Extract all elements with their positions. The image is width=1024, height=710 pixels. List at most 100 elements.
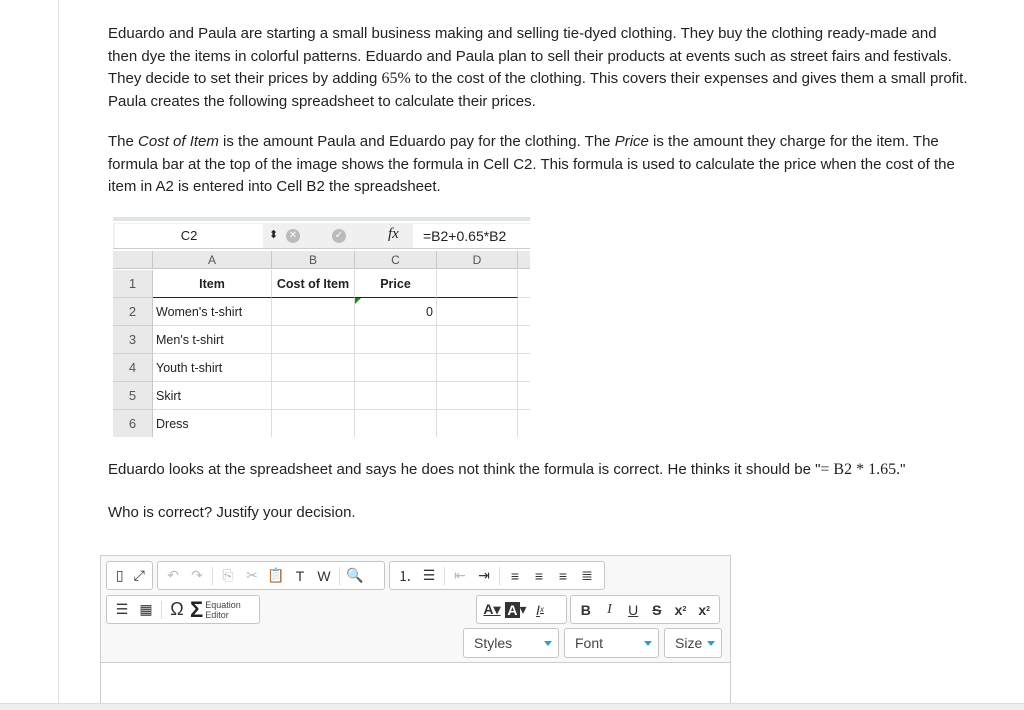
subscript-icon[interactable]: x2	[670, 599, 692, 621]
cell: Youth t-shirt	[153, 354, 272, 382]
cell	[437, 410, 518, 437]
eduardo-paragraph: Eduardo looks at the spreadsheet and say…	[108, 461, 906, 478]
paste-word-icon[interactable]: W	[313, 565, 335, 587]
cancel-icon: ✕	[286, 229, 300, 243]
font-dropdown[interactable]: Font	[564, 628, 659, 658]
select-all-corner	[113, 251, 153, 269]
underline-icon[interactable]: U	[622, 599, 644, 621]
error-indicator-icon	[355, 298, 361, 304]
row-number: 1	[113, 270, 153, 298]
row-number: 4	[113, 354, 153, 382]
copy-icon[interactable]: ⎘	[217, 565, 239, 587]
cell	[355, 326, 437, 354]
equation-label: Equation	[205, 599, 241, 610]
page-left-border	[58, 0, 59, 703]
fx-icon: fx	[388, 226, 399, 242]
sigma-icon: Σ	[190, 596, 204, 622]
toolbar-group-style: B I U S x2 x2	[570, 595, 720, 624]
cell	[518, 298, 530, 326]
remove-format-icon[interactable]: Ix	[529, 599, 551, 621]
justify-icon[interactable]: ≣	[576, 565, 598, 587]
styles-dropdown[interactable]: Styles	[463, 628, 559, 658]
maximize-icon[interactable]: ⤢	[131, 565, 149, 587]
cell	[518, 354, 530, 382]
superscript-icon[interactable]: x2	[693, 599, 715, 621]
paste-icon[interactable]: 📋	[265, 565, 287, 587]
chevron-down-icon	[707, 641, 715, 646]
indent-icon[interactable]: ⇥	[473, 565, 495, 587]
cell	[437, 354, 518, 382]
cell	[437, 270, 518, 298]
column-header: C	[355, 251, 437, 269]
cell: Dress	[153, 410, 272, 437]
source-icon[interactable]: ▯	[111, 565, 129, 587]
cell	[518, 270, 530, 298]
equation-editor-button[interactable]: Σ Equation Editor	[190, 597, 241, 623]
column-header: B	[272, 251, 355, 269]
toolbar-group-paragraph: ⒈ ☰ ⇤ ⇥ ≡ ≡ ≡ ≣	[389, 561, 605, 590]
header-cell: Price	[355, 270, 437, 298]
cell	[518, 326, 530, 354]
size-label: Size	[675, 635, 703, 651]
cell	[272, 354, 355, 382]
toolbar-group-color: A▾ A ▾ Ix	[476, 595, 567, 624]
cell: Men's t-shirt	[153, 326, 272, 354]
row-number: 6	[113, 410, 153, 437]
column-header: A	[153, 251, 272, 269]
cell	[518, 410, 530, 437]
paste-text-icon[interactable]: T	[289, 565, 311, 587]
background-color-icon[interactable]: A ▾	[505, 599, 527, 621]
answer-editor: ▯ ⤢ ↶ ↷ ⎘ ✂ 📋 T W 🔍 ⒈ ☰ ⇤ ⇥ ≡ ≡ ≡ ≣ ☰ ▦ Ω Σ Equation…	[100, 555, 731, 706]
outdent-icon[interactable]: ⇤	[449, 565, 471, 587]
table-icon[interactable]: ▦	[135, 599, 157, 621]
column-header-extra	[518, 251, 530, 269]
text-color-icon[interactable]: A▾	[481, 599, 503, 621]
confirm-icon: ✓	[332, 229, 346, 243]
cut-icon[interactable]: ✂	[241, 565, 263, 587]
horizontal-line-icon[interactable]: ☰	[111, 599, 133, 621]
stepper-icon: ⬍	[269, 229, 279, 241]
spreadsheet-image: C2 ⬍ ✕ ✓ fx =B2+0.65*B2 A B C D 1 Item Cos…	[113, 217, 530, 437]
name-box: C2	[115, 224, 263, 248]
toolbar-group-insert: ☰ ▦ Ω Σ Equation Editor	[106, 595, 260, 624]
find-icon[interactable]: 🔍	[344, 565, 366, 587]
italic-icon[interactable]: I	[599, 599, 621, 621]
question-text: Who is correct? Justify your decision.	[108, 504, 356, 521]
row-number: 5	[113, 382, 153, 410]
redo-icon[interactable]: ↷	[186, 565, 208, 587]
chevron-down-icon	[644, 641, 652, 646]
editor-label: Editor	[205, 609, 229, 620]
cell	[272, 326, 355, 354]
cell: Skirt	[153, 382, 272, 410]
special-char-icon[interactable]: Ω	[166, 599, 188, 621]
cell: 0	[355, 298, 437, 326]
numbered-list-icon[interactable]: ⒈	[394, 565, 416, 587]
align-right-icon[interactable]: ≡	[552, 565, 574, 587]
bottom-border	[0, 703, 1024, 710]
size-dropdown[interactable]: Size	[664, 628, 722, 658]
cell	[437, 298, 518, 326]
bulleted-list-icon[interactable]: ☰	[418, 565, 440, 587]
cell	[437, 326, 518, 354]
bold-icon[interactable]: B	[575, 599, 597, 621]
undo-icon[interactable]: ↶	[162, 565, 184, 587]
answer-text-area[interactable]	[101, 662, 730, 706]
cell	[518, 382, 530, 410]
formula-text: =B2+0.65*B2	[413, 224, 530, 248]
row-number: 3	[113, 326, 153, 354]
cell	[272, 382, 355, 410]
explanation-paragraph: The Cost of Item is the amount Paula and…	[108, 133, 955, 195]
cell: Women's t-shirt	[153, 298, 272, 326]
align-center-icon[interactable]: ≡	[528, 565, 550, 587]
row-number: 2	[113, 298, 153, 326]
cell	[272, 410, 355, 437]
header-cell: Item	[153, 270, 272, 298]
font-label: Font	[575, 635, 604, 651]
chevron-down-icon	[544, 641, 552, 646]
align-left-icon[interactable]: ≡	[504, 565, 526, 587]
cell	[272, 298, 355, 326]
header-cell: Cost of Item	[272, 270, 355, 298]
intro-paragraph: Eduardo and Paula are starting a small b…	[108, 25, 968, 110]
cell	[355, 354, 437, 382]
strikethrough-icon[interactable]: S	[646, 599, 668, 621]
